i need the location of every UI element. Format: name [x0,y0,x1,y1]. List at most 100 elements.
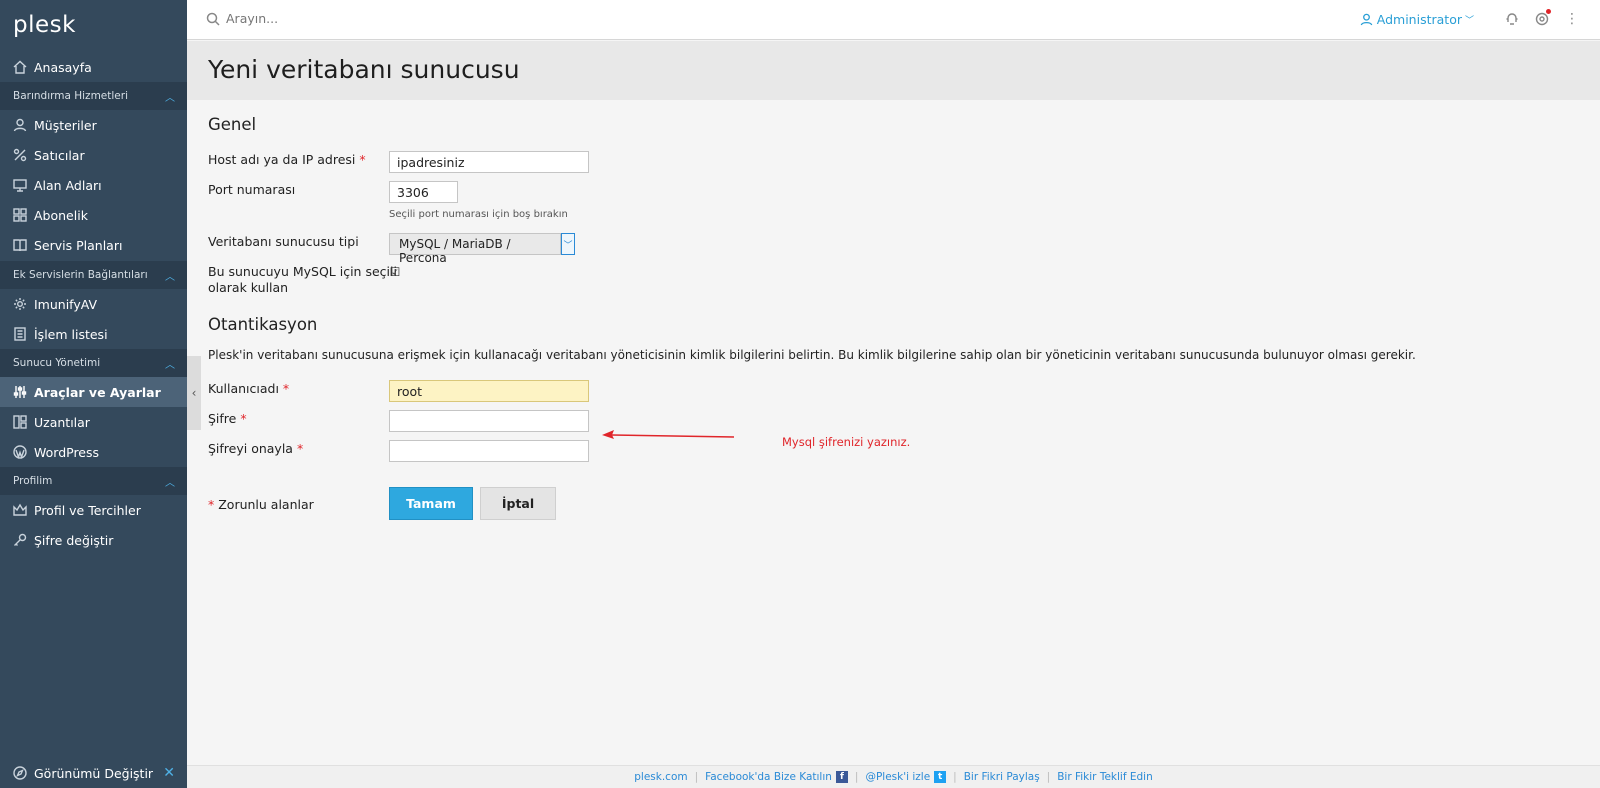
switch-view-button[interactable]: Görünümü Değiştir ✕ [0,758,187,788]
gear-icon [13,297,27,311]
password-label: Şifre * [208,411,247,427]
server-type-select[interactable]: MySQL / MariaDB / Percona ﹀ [389,233,575,265]
chevron-up-icon: ︿ [165,271,175,283]
footer-link-facebook[interactable]: Facebook'da Bize Katılın f [705,771,848,783]
sidebar-item-label: Anasayfa [34,59,92,75]
sidebar-item-subscriptions[interactable]: Abonelik [0,200,187,230]
section-profile[interactable]: Profilim ︿ [0,467,187,495]
plesk-logo[interactable]: plesk [0,0,187,50]
notification-dot [1546,9,1551,14]
sidebar-item-tools-settings[interactable]: Araçlar ve Ayarlar [0,377,187,407]
footer-link-facebook-text: Facebook'da Bize Katılın [705,771,832,783]
annotation-text: Mysql şifrenizi yazınız. [782,435,911,449]
sliders-icon [13,385,27,399]
section-title: Profilim [13,475,53,487]
chevron-up-icon: ︿ [165,92,175,104]
sidebar-item-label: Şifre değiştir [34,532,114,548]
sidebar-item-resellers[interactable]: Satıcılar [0,140,187,170]
sidebar-item-service-plans[interactable]: Servis Planları [0,230,187,260]
sidebar-item-domains[interactable]: Alan Adları [0,170,187,200]
host-input[interactable]: ipadresiniz [389,151,589,173]
sidebar-item-label: İşlem listesi [34,326,108,342]
sidebar-item-label: Servis Planları [34,237,123,253]
ok-button[interactable]: Tamam [389,487,473,520]
section-hosting[interactable]: Barındırma Hizmetleri ︿ [0,82,187,110]
notifications-icon[interactable] [1534,9,1551,27]
percent-icon [13,148,27,162]
facebook-icon: f [835,771,848,783]
sidebar-item-label: Uzantılar [34,414,90,430]
section-general-title: Genel [208,115,257,134]
user-icon [1360,13,1373,25]
required-marker: * [296,441,304,456]
confirm-password-label: Şifreyi onayla * [208,441,303,457]
username-label-text: Kullanıcıadı [208,381,279,396]
default-server-label: Bu sunucuyu MySQL için seçili olarak kul… [208,264,397,296]
sidebar-item-customers[interactable]: Müşteriler [0,110,187,140]
sidebar-item-task-list[interactable]: İşlem listesi [0,319,187,349]
home-icon [13,60,27,74]
twitter-icon: t [934,771,947,783]
sidebar-item-label: Profil ve Tercihler [34,502,141,518]
section-auth-title: Otantikasyon [208,315,318,334]
chevron-down-icon[interactable]: ﹀ [561,233,575,255]
port-hint: Seçili port numarası için boş bırakın [389,209,568,220]
username-input[interactable]: root [389,380,589,402]
search-input[interactable]: Arayın... [226,11,278,26]
footer-link-twitter[interactable]: @Plesk'i izle t [865,771,947,783]
annotation-arrow [602,430,735,439]
search-box[interactable]: Arayın... [206,11,278,26]
sidebar-item-label: Alan Adları [34,177,102,193]
chevron-up-icon: ︿ [165,477,175,489]
crown-icon [13,503,27,517]
host-label: Host adı ya da IP adresi * [208,152,366,168]
sidebar-item-label: Abonelik [34,207,88,223]
switch-view-label: Görünümü Değiştir [34,765,154,781]
section-title: Ek Servislerin Bağlantıları [13,269,148,281]
footer-link-share-idea[interactable]: Bir Fikri Paylaş [964,771,1040,783]
footer-link-plesk[interactable]: plesk.com [634,771,687,783]
section-server-management[interactable]: Sunucu Yönetimi ︿ [0,349,187,377]
footer-link-twitter-text: @Plesk'i izle [865,771,931,783]
port-input[interactable]: 3306 [389,181,458,203]
footer: plesk.com | Facebook'da Bize Katılın f | … [187,765,1600,788]
confirm-password-label-text: Şifreyi onayla [208,441,293,456]
cancel-button[interactable]: İptal [480,487,556,520]
grid-icon [13,208,27,222]
required-note-text: Zorunlu alanlar [218,497,314,512]
default-server-checkbox[interactable]: ☑ [389,265,401,279]
book-icon [13,238,27,252]
sidebar-item-extensions[interactable]: Uzantılar [0,407,187,437]
compass-icon [13,766,27,780]
default-server-label-line2: olarak kullan [208,280,289,295]
password-input[interactable] [389,410,589,432]
list-icon [13,327,27,341]
host-label-text: Host adı ya da IP adresi [208,152,356,167]
top-bar: Arayın... Administrator ﹀ ⋮ [187,0,1600,40]
required-note: * Zorunlu alanlar [208,497,314,513]
sidebar-item-change-password[interactable]: Şifre değiştir [0,525,187,555]
sidebar-collapse-toggle[interactable]: ‹ [187,356,201,430]
required-marker: * [282,381,290,396]
confirm-password-input[interactable] [389,440,589,462]
section-extensions-links[interactable]: Ek Servislerin Bağlantıları ︿ [0,261,187,289]
sidebar-item-home[interactable]: Anasayfa [0,52,187,82]
page-title: Yeni veritabanı sunucusu [208,55,520,84]
help-icon[interactable] [1504,11,1520,27]
auth-description: Plesk'in veritabanı sunucusuna erişmek i… [208,348,1416,362]
sidebar-item-label: Satıcılar [34,147,85,163]
section-title: Sunucu Yönetimi [13,357,101,369]
more-icon[interactable]: ⋮ [1564,11,1580,27]
extensions-icon [13,415,27,429]
sidebar-item-imunifyav[interactable]: ImunifyAV [0,289,187,319]
sidebar-item-label: WordPress [34,444,100,460]
user-name: Administrator [1376,11,1462,27]
footer-link-suggest-idea[interactable]: Bir Fikir Teklif Edin [1057,771,1153,783]
close-icon[interactable]: ✕ [163,765,175,781]
chevron-up-icon: ︿ [165,359,175,371]
wordpress-icon [13,445,27,459]
sidebar-item-wordpress[interactable]: WordPress [0,437,187,467]
sidebar-item-profile-preferences[interactable]: Profil ve Tercihler [0,495,187,525]
required-marker: * [359,152,366,167]
user-menu[interactable]: Administrator ﹀ [1360,12,1474,27]
